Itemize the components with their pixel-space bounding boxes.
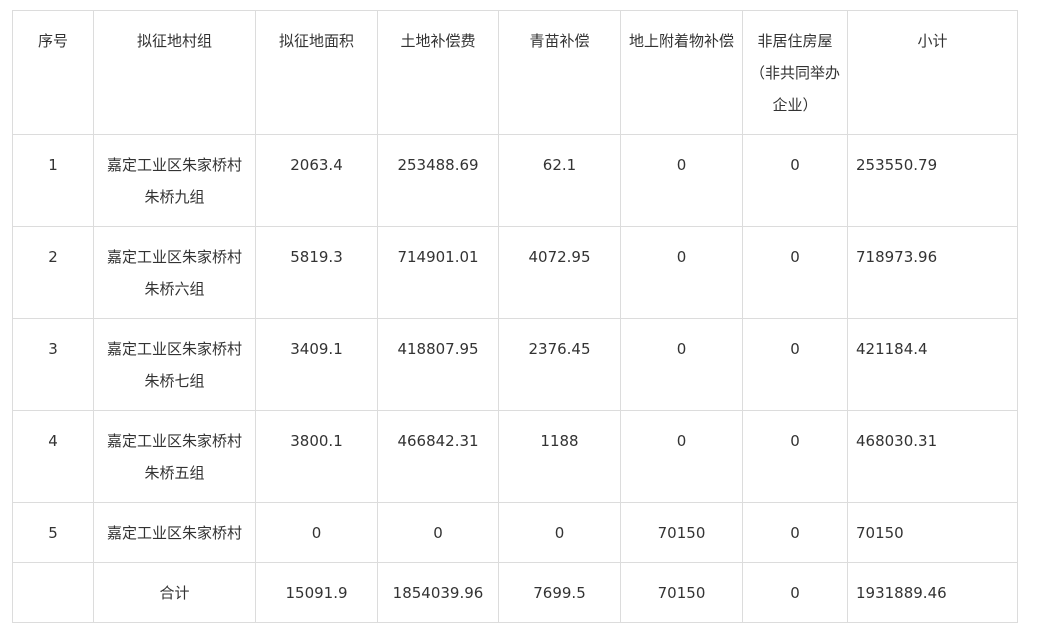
cell-non-residential-housing: 0 — [742, 562, 848, 623]
cell-village-group: 嘉定工业区朱家桥村 — [93, 502, 256, 563]
cell-attachment-compensation: 70150 — [620, 502, 743, 563]
header-cell-subtotal: 小计 — [847, 10, 1018, 135]
compensation-table: 序号 拟征地村组 拟征地面积 土地补偿费 青苗补偿 地上附着物补偿 非居住房屋（… — [12, 10, 1018, 623]
cell-land-compensation: 714901.01 — [377, 226, 499, 319]
cell-area: 5819.3 — [255, 226, 378, 319]
cell-non-residential-housing: 0 — [742, 502, 848, 563]
cell-area: 2063.4 — [255, 134, 378, 227]
cell-area: 3409.1 — [255, 318, 378, 411]
cell-attachment-compensation: 70150 — [620, 562, 743, 623]
cell-subtotal: 718973.96 — [847, 226, 1018, 319]
cell-non-residential-housing: 0 — [742, 410, 848, 503]
cell-village-group: 嘉定工业区朱家桥村朱桥九组 — [93, 134, 256, 227]
header-cell-village-group: 拟征地村组 — [93, 10, 256, 135]
cell-subtotal: 1931889.46 — [847, 562, 1018, 623]
cell-area: 15091.9 — [255, 562, 378, 623]
cell-attachment-compensation: 0 — [620, 410, 743, 503]
table-row: 2 嘉定工业区朱家桥村朱桥六组 5819.3 714901.01 4072.95… — [12, 226, 1018, 319]
table-row: 5 嘉定工业区朱家桥村 0 0 0 70150 0 70150 — [12, 502, 1018, 563]
cell-crop-compensation: 62.1 — [498, 134, 621, 227]
cell-land-compensation: 0 — [377, 502, 499, 563]
cell-non-residential-housing: 0 — [742, 226, 848, 319]
header-cell-attachment-compensation: 地上附着物补偿 — [620, 10, 743, 135]
cell-index: 5 — [12, 502, 94, 563]
cell-village-group: 嘉定工业区朱家桥村朱桥六组 — [93, 226, 256, 319]
header-cell-crop-compensation: 青苗补偿 — [498, 10, 621, 135]
cell-index — [12, 562, 94, 623]
cell-land-compensation: 466842.31 — [377, 410, 499, 503]
cell-total-label: 合计 — [93, 562, 256, 623]
table-row: 1 嘉定工业区朱家桥村朱桥九组 2063.4 253488.69 62.1 0 … — [12, 134, 1018, 227]
cell-index: 1 — [12, 134, 94, 227]
cell-land-compensation: 253488.69 — [377, 134, 499, 227]
cell-non-residential-housing: 0 — [742, 134, 848, 227]
cell-crop-compensation: 7699.5 — [498, 562, 621, 623]
cell-crop-compensation: 1188 — [498, 410, 621, 503]
cell-area: 3800.1 — [255, 410, 378, 503]
table-row: 4 嘉定工业区朱家桥村朱桥五组 3800.1 466842.31 1188 0 … — [12, 410, 1018, 503]
header-cell-non-residential-housing: 非居住房屋（非共同举办企业） — [742, 10, 848, 135]
cell-village-group: 嘉定工业区朱家桥村朱桥七组 — [93, 318, 256, 411]
cell-land-compensation: 418807.95 — [377, 318, 499, 411]
cell-index: 2 — [12, 226, 94, 319]
cell-subtotal: 70150 — [847, 502, 1018, 563]
cell-subtotal: 468030.31 — [847, 410, 1018, 503]
header-cell-index: 序号 — [12, 10, 94, 135]
header-row: 序号 拟征地村组 拟征地面积 土地补偿费 青苗补偿 地上附着物补偿 非居住房屋（… — [12, 10, 1018, 135]
cell-index: 3 — [12, 318, 94, 411]
table-row: 3 嘉定工业区朱家桥村朱桥七组 3409.1 418807.95 2376.45… — [12, 318, 1018, 411]
cell-attachment-compensation: 0 — [620, 226, 743, 319]
cell-index: 4 — [12, 410, 94, 503]
cell-subtotal: 253550.79 — [847, 134, 1018, 227]
cell-village-group: 嘉定工业区朱家桥村朱桥五组 — [93, 410, 256, 503]
cell-crop-compensation: 0 — [498, 502, 621, 563]
cell-crop-compensation: 4072.95 — [498, 226, 621, 319]
cell-subtotal: 421184.4 — [847, 318, 1018, 411]
cell-attachment-compensation: 0 — [620, 134, 743, 227]
header-cell-land-compensation: 土地补偿费 — [377, 10, 499, 135]
cell-area: 0 — [255, 502, 378, 563]
cell-attachment-compensation: 0 — [620, 318, 743, 411]
total-row: 合计 15091.9 1854039.96 7699.5 70150 0 193… — [12, 562, 1018, 623]
cell-land-compensation: 1854039.96 — [377, 562, 499, 623]
cell-crop-compensation: 2376.45 — [498, 318, 621, 411]
header-cell-area: 拟征地面积 — [255, 10, 378, 135]
cell-non-residential-housing: 0 — [742, 318, 848, 411]
